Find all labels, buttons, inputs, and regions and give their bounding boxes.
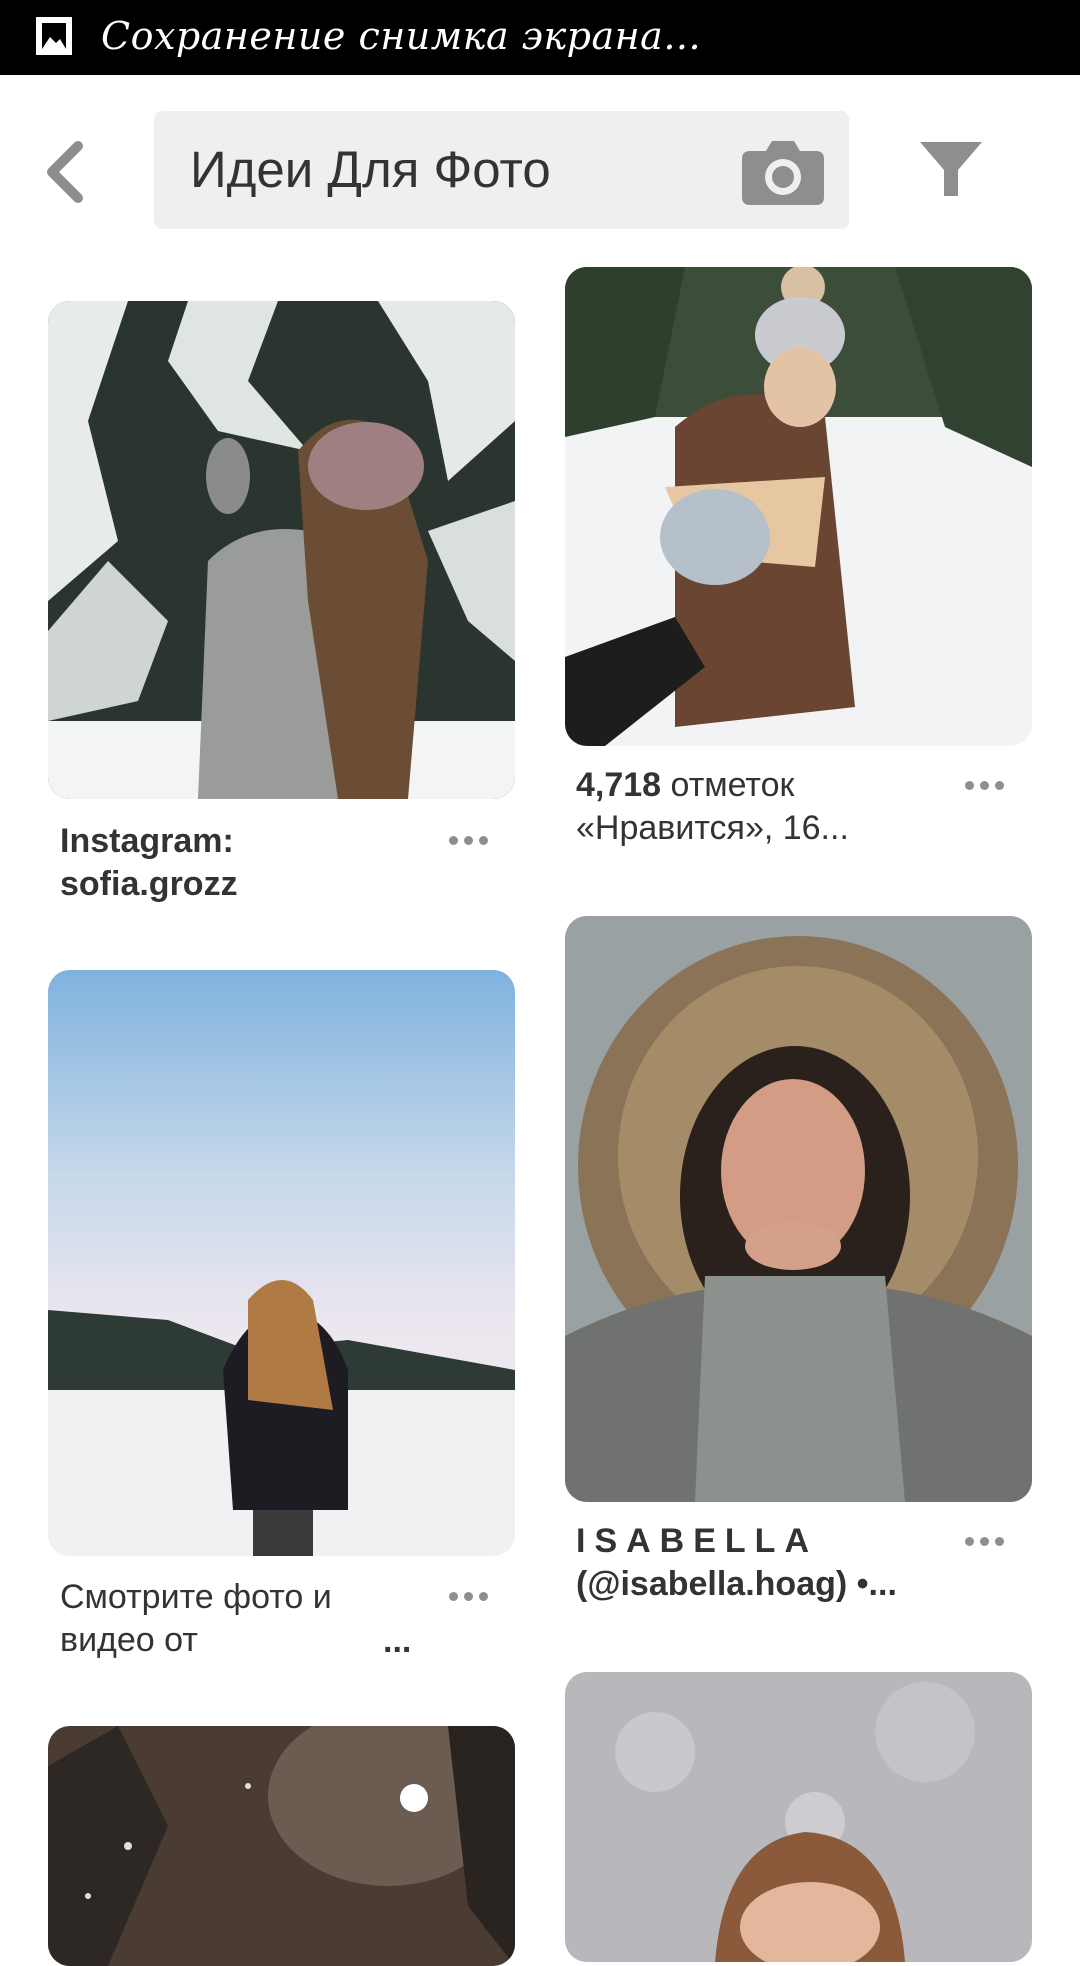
pin-title-line1: Смотрите фото и (60, 1578, 332, 1616)
pin-image[interactable] (48, 1726, 515, 1966)
pin-title[interactable]: Смотрите фото и видео от (60, 1576, 390, 1662)
status-bar: Сохранение снимка экрана... (0, 0, 1080, 75)
status-message: Сохранение снимка экрана... (101, 14, 702, 58)
pin-photo (565, 916, 1032, 1502)
pin-title-line1: ISABELLA (576, 1522, 818, 1560)
more-dots-icon[interactable] (962, 1535, 1010, 1549)
pin-title-ellipsis: ... (383, 1622, 412, 1660)
pin-image[interactable] (48, 970, 515, 1556)
camera-icon[interactable] (740, 135, 826, 207)
pin-title[interactable]: 4,718 отметок «Нравится», 16... (576, 764, 946, 850)
pin-image[interactable] (565, 916, 1032, 1502)
pin-title-line2: видео от (60, 1621, 198, 1659)
filter-icon[interactable] (918, 140, 984, 200)
pin-title[interactable]: Instagram: sofia.grozz (60, 820, 410, 906)
more-dots-icon[interactable] (962, 779, 1010, 793)
pin-image[interactable] (565, 1672, 1032, 1962)
pin-image[interactable] (565, 267, 1032, 746)
search-input[interactable]: Идеи Для Фото (154, 111, 849, 229)
pin-photo (48, 301, 515, 799)
more-dots-icon[interactable] (446, 834, 494, 848)
search-query: Идеи Для Фото (190, 141, 551, 198)
pin-photo (48, 970, 515, 1556)
pin-title[interactable]: ISABELLA (@isabella.hoag) •... (576, 1520, 956, 1606)
image-icon (36, 17, 72, 55)
pin-title-line2: (@isabella.hoag) •... (576, 1565, 897, 1603)
pin-photo (565, 1672, 1032, 1962)
pin-image[interactable] (48, 301, 515, 799)
more-dots-icon[interactable] (446, 1590, 494, 1604)
pin-likes-count: 4,718 (576, 766, 662, 804)
chevron-left-icon[interactable] (40, 140, 90, 204)
pin-photo (565, 267, 1032, 746)
pin-photo (48, 1726, 515, 1966)
